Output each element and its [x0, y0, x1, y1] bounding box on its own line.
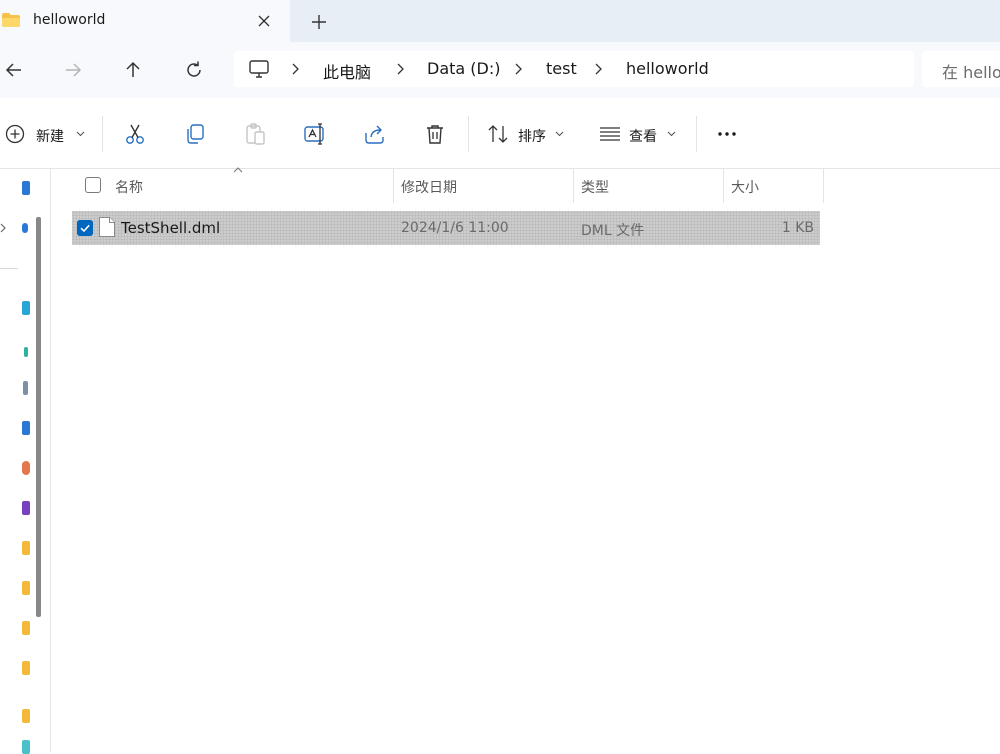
nav-item-icon[interactable]	[23, 381, 28, 395]
view-icon	[600, 127, 620, 141]
view-label: 查看	[629, 129, 657, 145]
share-icon[interactable]	[363, 122, 387, 146]
file-icon	[99, 217, 115, 237]
chevron-down-icon	[76, 131, 85, 137]
rename-icon[interactable]	[303, 122, 327, 146]
chevron-down-icon	[555, 131, 564, 137]
file-modified: 2024/1/6 11:00	[401, 220, 509, 236]
plus-icon[interactable]	[308, 11, 330, 33]
paste-icon[interactable]	[243, 122, 267, 146]
new-label: 新建	[36, 129, 64, 145]
column-header-modified[interactable]: 修改日期	[394, 169, 572, 203]
chevron-right-icon[interactable]	[0, 222, 8, 234]
breadcrumb-data-drive[interactable]: Data (D:)	[427, 59, 500, 78]
column-header-name[interactable]: 名称	[105, 169, 393, 203]
folder-icon[interactable]	[22, 709, 30, 723]
nav-item-icon[interactable]	[22, 223, 28, 233]
chevron-right-icon[interactable]	[395, 62, 407, 76]
divider	[102, 116, 103, 152]
column-divider[interactable]	[823, 169, 824, 203]
sort-button[interactable]: 排序	[487, 122, 567, 146]
folder-icon[interactable]	[22, 621, 30, 635]
nav-item-icon[interactable]	[22, 461, 30, 475]
nav-item-icon[interactable]	[22, 501, 30, 515]
column-header-type-label: 类型	[581, 180, 609, 196]
folder-icon[interactable]	[22, 661, 30, 675]
cut-icon[interactable]	[123, 122, 147, 146]
divider	[696, 116, 697, 152]
delete-icon[interactable]	[423, 122, 447, 146]
column-header-type[interactable]: 类型	[574, 169, 722, 203]
breadcrumb-test[interactable]: test	[546, 59, 577, 78]
chevron-right-icon[interactable]	[593, 62, 605, 76]
checkbox-icon[interactable]	[77, 220, 93, 236]
view-button[interactable]: 查看	[599, 122, 679, 146]
back-arrow-icon[interactable]	[2, 58, 26, 82]
divider	[0, 268, 18, 269]
more-icon[interactable]	[715, 122, 739, 146]
folder-icon[interactable]	[22, 541, 30, 555]
chevron-down-icon	[667, 131, 676, 137]
sort-label: 排序	[518, 129, 546, 145]
forward-arrow-icon[interactable]	[61, 58, 85, 82]
file-type: DML 文件	[581, 223, 645, 239]
nav-item-icon[interactable]	[24, 347, 28, 357]
refresh-icon[interactable]	[182, 58, 206, 82]
folder-icon[interactable]	[22, 581, 30, 595]
sort-icon	[488, 125, 508, 143]
scrollbar[interactable]	[36, 217, 41, 617]
breadcrumb-this-pc[interactable]: 此电脑	[323, 59, 371, 83]
nav-item-icon[interactable]	[22, 421, 30, 435]
column-header-size-label: 大小	[731, 180, 759, 196]
search-input[interactable]: 在 helloworld 中搜索	[922, 51, 1000, 87]
folder-icon	[2, 13, 20, 27]
column-header-size[interactable]: 大小	[724, 169, 822, 203]
address-bar[interactable]: 此电脑 Data (D:) test helloworld	[234, 51, 914, 87]
tab-strip: helloworld	[0, 0, 1000, 42]
search-placeholder: 在 helloworld 中搜索	[942, 63, 1000, 82]
column-header-name-label: 名称	[115, 180, 143, 196]
new-icon	[5, 124, 25, 144]
new-button[interactable]: 新建	[5, 122, 87, 146]
close-icon[interactable]	[254, 11, 274, 31]
file-size: 1 KB	[781, 220, 814, 236]
tab-helloworld[interactable]: helloworld	[0, 0, 290, 42]
nav-item-icon[interactable]	[22, 181, 30, 195]
column-header-modified-label: 修改日期	[401, 180, 457, 196]
chevron-right-icon[interactable]	[290, 62, 302, 76]
navigation-pane[interactable]	[0, 169, 51, 754]
computer-icon[interactable]	[248, 59, 270, 79]
select-all-checkbox[interactable]	[85, 177, 101, 193]
tab-title: helloworld	[33, 12, 106, 28]
file-name: TestShell.dml	[121, 219, 221, 237]
navigation-bar: 此电脑 Data (D:) test helloworld 在 hellowor…	[0, 42, 1000, 98]
up-arrow-icon[interactable]	[121, 58, 145, 82]
chevron-right-icon[interactable]	[513, 62, 525, 76]
breadcrumb-helloworld[interactable]: helloworld	[626, 59, 709, 78]
divider	[468, 116, 469, 152]
nav-item-icon[interactable]	[22, 301, 30, 315]
copy-icon[interactable]	[183, 122, 207, 146]
file-row[interactable]: TestShell.dml 2024/1/6 11:00 DML 文件 1 KB	[72, 211, 820, 245]
command-bar: 新建 排序 查看	[0, 100, 1000, 169]
